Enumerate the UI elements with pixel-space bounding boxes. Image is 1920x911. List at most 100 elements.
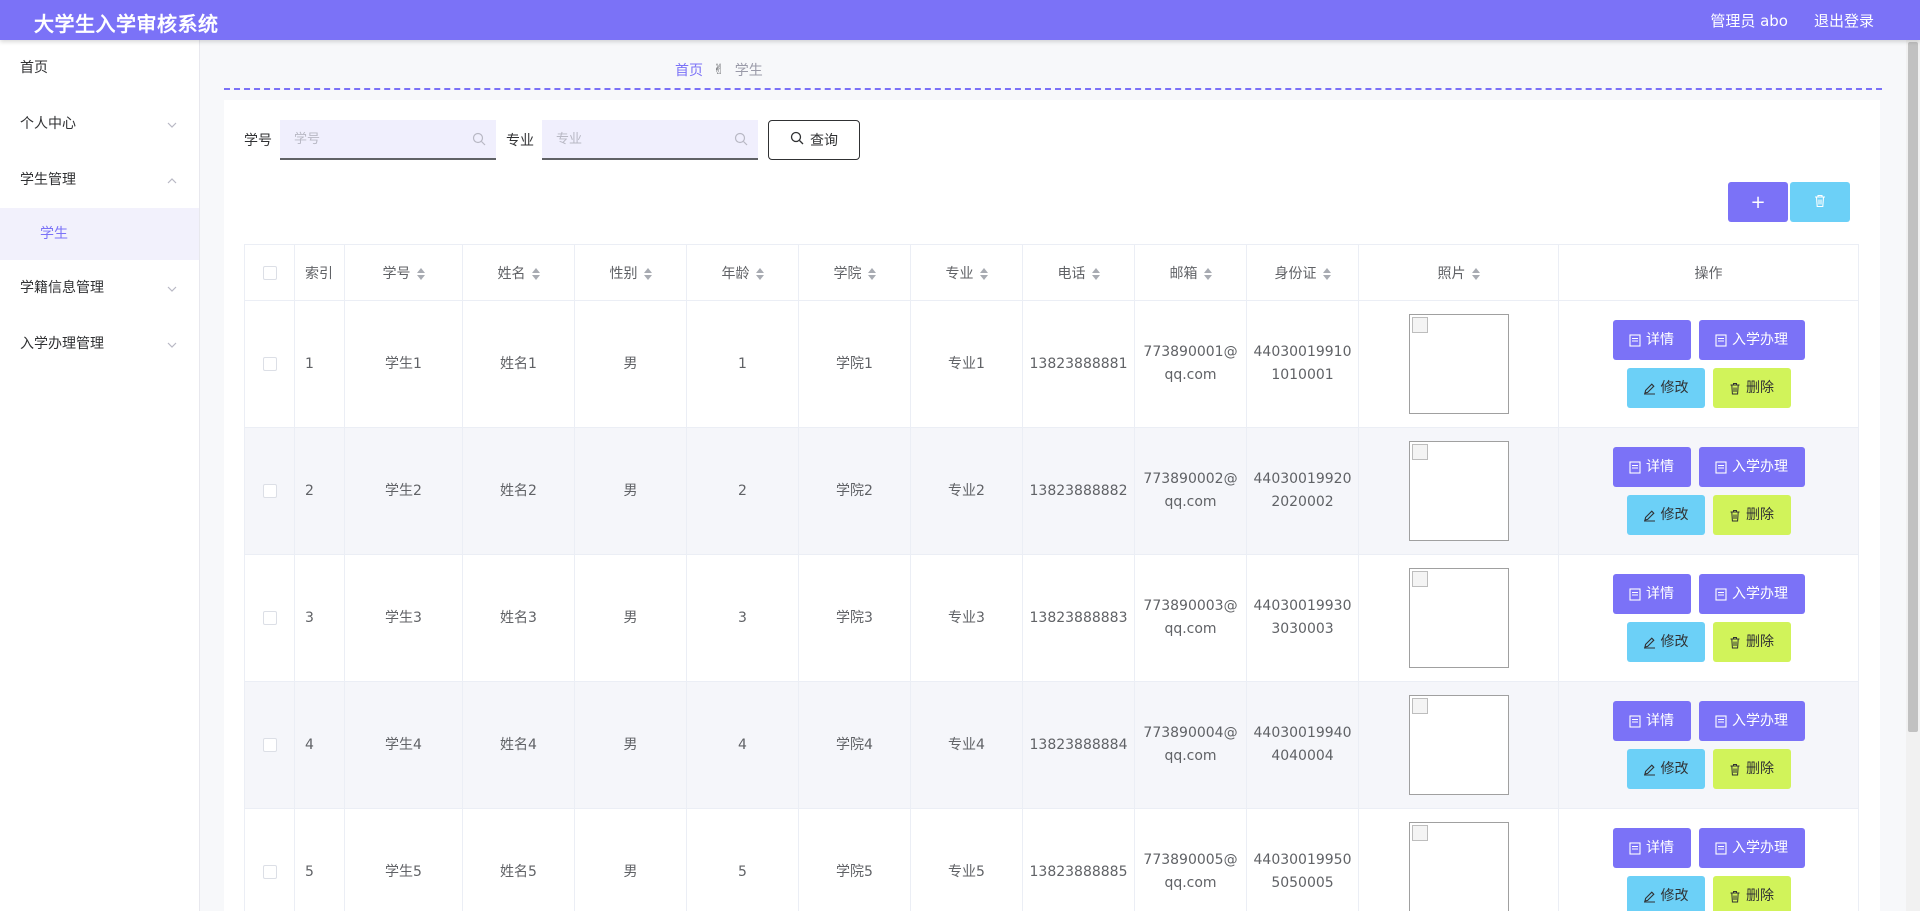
column-header-age[interactable]: 年龄 xyxy=(686,244,799,301)
detail-button[interactable]: 详情 xyxy=(1612,828,1691,868)
cell-college: 学院3 xyxy=(798,554,911,682)
sort-icon[interactable] xyxy=(1322,267,1331,280)
sort-icon[interactable] xyxy=(1091,267,1100,280)
column-header-major[interactable]: 专业 xyxy=(910,244,1023,301)
enroll-button[interactable]: 入学办理 xyxy=(1698,320,1805,360)
select-all-checkbox[interactable] xyxy=(262,265,277,280)
cell-gender: 男 xyxy=(574,427,687,555)
page-scrollbar-thumb[interactable] xyxy=(1908,42,1918,732)
enroll-button[interactable]: 入学办理 xyxy=(1698,701,1805,741)
sort-icon[interactable] xyxy=(1471,267,1480,280)
detail-button[interactable]: 详情 xyxy=(1612,320,1691,360)
chevron-down-icon xyxy=(167,260,177,316)
cell-name: 姓名4 xyxy=(462,681,575,809)
chevron-up-icon xyxy=(167,152,177,208)
sidebar-item-personal-center[interactable]: 个人中心 xyxy=(0,96,199,152)
table-row: 3 学生3 姓名3 男 3 学院3 专业3 13823888883 773890… xyxy=(244,554,1859,682)
column-header-gender[interactable]: 性别 xyxy=(574,244,687,301)
column-header-student-no[interactable]: 学号 xyxy=(344,244,463,301)
major-field xyxy=(542,120,758,160)
sort-icon[interactable] xyxy=(1203,267,1212,280)
sidebar-item-admission-processing[interactable]: 入学办理管理 xyxy=(0,316,199,372)
sidebar-item-student[interactable]: 学生 xyxy=(0,208,199,260)
cell-photo xyxy=(1358,808,1559,911)
cell-photo xyxy=(1358,681,1559,809)
cell-age: 2 xyxy=(686,427,799,555)
column-header-phone[interactable]: 电话 xyxy=(1022,244,1135,301)
trash-icon xyxy=(1813,192,1827,213)
delete-button[interactable]: 删除 xyxy=(1712,622,1791,662)
chevron-down-icon xyxy=(167,316,177,372)
sidebar-item-enrollment-info[interactable]: 学籍信息管理 xyxy=(0,260,199,316)
delete-button[interactable]: 删除 xyxy=(1712,876,1791,911)
top-header: 大学生入学审核系统 管理员 abo 退出登录 xyxy=(0,0,1920,40)
major-input[interactable] xyxy=(542,120,758,158)
sort-icon[interactable] xyxy=(416,267,425,280)
cell-name: 姓名1 xyxy=(462,300,575,428)
breadcrumb-separator-icon: ✌ xyxy=(713,62,725,78)
batch-delete-button[interactable] xyxy=(1790,182,1850,222)
student-table: 索引 学号 姓名 性别 年龄 学院 专业 电话 邮箱 身份证 照片 操作 1 学… xyxy=(244,244,1859,911)
cell-index: 1 xyxy=(294,300,345,428)
search-icon xyxy=(734,132,748,150)
edit-button[interactable]: 修改 xyxy=(1626,622,1705,662)
row-checkbox[interactable] xyxy=(262,610,277,625)
sort-icon[interactable] xyxy=(643,267,652,280)
column-header-name[interactable]: 姓名 xyxy=(462,244,575,301)
delete-button[interactable]: 删除 xyxy=(1712,368,1791,408)
column-header-college[interactable]: 学院 xyxy=(798,244,911,301)
sort-icon[interactable] xyxy=(755,267,764,280)
logout-link[interactable]: 退出登录 xyxy=(1814,10,1874,31)
cell-student-no: 学生3 xyxy=(344,554,463,682)
row-checkbox[interactable] xyxy=(262,356,277,371)
sort-icon[interactable] xyxy=(531,267,540,280)
document-icon xyxy=(1715,333,1727,347)
edit-button[interactable]: 修改 xyxy=(1626,749,1705,789)
edit-button[interactable]: 修改 xyxy=(1626,495,1705,535)
enroll-button[interactable]: 入学办理 xyxy=(1698,447,1805,487)
add-button[interactable]: + xyxy=(1728,182,1788,222)
delete-button[interactable]: 删除 xyxy=(1712,749,1791,789)
cell-id-card: 44030019930 3030003 xyxy=(1246,554,1359,682)
detail-button[interactable]: 详情 xyxy=(1612,574,1691,614)
column-header-photo[interactable]: 照片 xyxy=(1358,244,1559,301)
table-row: 1 学生1 姓名1 男 1 学院1 专业1 13823888881 773890… xyxy=(244,300,1859,428)
enroll-button[interactable]: 入学办理 xyxy=(1698,828,1805,868)
enroll-button[interactable]: 入学办理 xyxy=(1698,574,1805,614)
query-button[interactable]: 查询 xyxy=(768,120,860,160)
sidebar-item-label: 首页 xyxy=(20,60,48,76)
cell-major: 专业4 xyxy=(910,681,1023,809)
header-user-area: 管理员 abo 退出登录 xyxy=(1710,10,1874,31)
sort-icon[interactable] xyxy=(867,267,876,280)
column-header-email[interactable]: 邮箱 xyxy=(1134,244,1247,301)
sidebar-item-home[interactable]: 首页 xyxy=(0,40,199,96)
document-icon xyxy=(1715,841,1727,855)
cell-actions: 详情 入学办理 修改 删除 xyxy=(1558,554,1859,682)
sort-icon[interactable] xyxy=(979,267,988,280)
edit-button[interactable]: 修改 xyxy=(1626,876,1705,911)
row-checkbox[interactable] xyxy=(262,737,277,752)
pencil-icon xyxy=(1643,509,1656,522)
trash-icon xyxy=(1729,763,1741,776)
document-icon xyxy=(1629,714,1641,728)
breadcrumb: 首页 ✌ 学生 xyxy=(675,60,763,80)
column-header-id-card[interactable]: 身份证 xyxy=(1246,244,1359,301)
cell-age: 4 xyxy=(686,681,799,809)
detail-button[interactable]: 详情 xyxy=(1612,701,1691,741)
student-no-input[interactable] xyxy=(280,120,496,158)
detail-button[interactable]: 详情 xyxy=(1612,447,1691,487)
edit-button[interactable]: 修改 xyxy=(1626,368,1705,408)
table-header-row: 索引 学号 姓名 性别 年龄 学院 专业 电话 邮箱 身份证 照片 操作 xyxy=(244,244,1859,301)
search-bar: 学号 专业 查询 xyxy=(244,120,860,160)
cell-email: 773890003@ qq.com xyxy=(1134,554,1247,682)
main-panel: 学号 专业 查询 + xyxy=(224,100,1880,911)
row-checkbox[interactable] xyxy=(262,864,277,879)
pencil-icon xyxy=(1643,636,1656,649)
delete-button[interactable]: 删除 xyxy=(1712,495,1791,535)
sidebar-item-student-management[interactable]: 学生管理 xyxy=(0,152,199,208)
breadcrumb-home[interactable]: 首页 xyxy=(675,60,703,80)
broken-image-icon xyxy=(1411,571,1428,587)
cell-phone: 13823888885 xyxy=(1022,808,1135,911)
row-checkbox[interactable] xyxy=(262,483,277,498)
bulk-actions: + xyxy=(1728,182,1850,222)
